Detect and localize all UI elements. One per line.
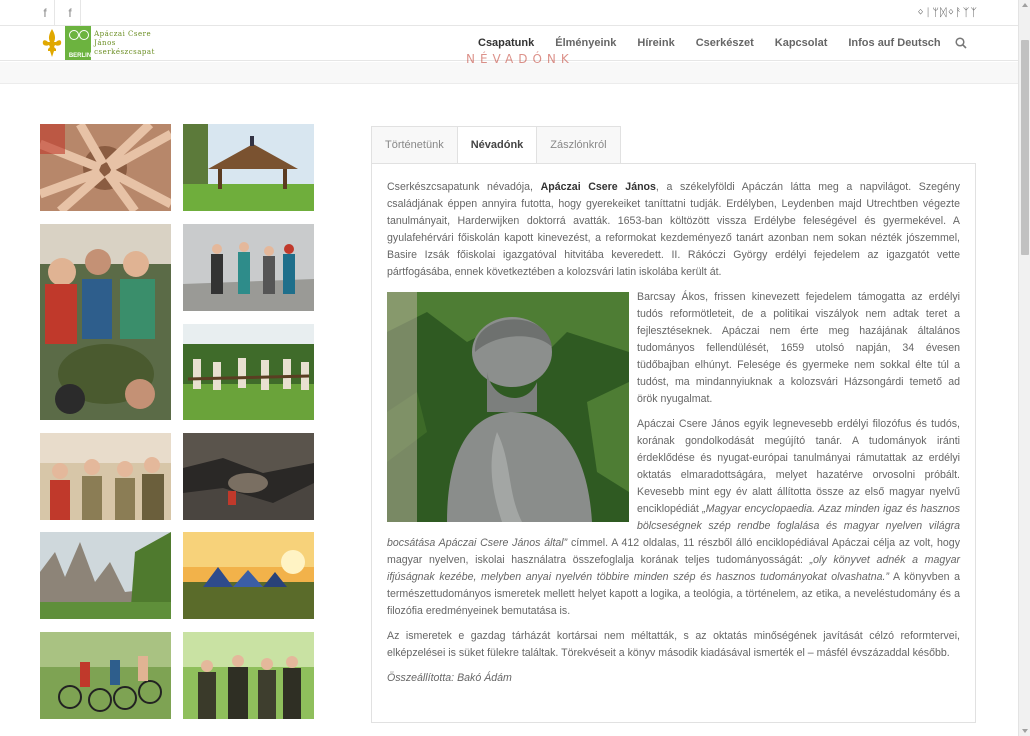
gallery-photo-kids-circle[interactable] [40, 224, 171, 420]
article-paragraph-1: Cserkészcsapatunk névadója, Apáczai Cser… [387, 179, 960, 281]
divider [54, 0, 55, 26]
text-segment: , a székelyföldi Apáczán látta meg a nap… [387, 181, 960, 278]
person-name: Apáczai Csere János [540, 181, 656, 193]
gallery-photo-cave[interactable] [183, 433, 314, 520]
scrollbar-thumb[interactable] [1021, 40, 1029, 255]
tab-content-panel: Cserkészcsapatunk névadója, Apáczai Cser… [371, 163, 976, 723]
tab-tortenetunk[interactable]: Történetünk [371, 126, 457, 164]
logo-badge-label: BERLIN [68, 53, 92, 59]
top-bar: f f ᛜᛁᛘᛞᛜᚨᛉᛉ [0, 0, 1018, 26]
fleur-de-lis-icon [40, 27, 64, 59]
nav-item-hireink[interactable]: Híreink [637, 26, 674, 60]
nav-item-kapcsolat[interactable]: Kapcsolat [775, 26, 828, 60]
statue-photo [387, 292, 629, 522]
tab-nevadonk[interactable]: Névadónk [456, 126, 537, 164]
gallery-photo-scouts-indoor[interactable] [40, 433, 171, 520]
scroll-down-arrow-icon[interactable] [1022, 729, 1028, 733]
tab-zaszlonkrol[interactable]: Zászlónkról [536, 126, 621, 164]
language-script-text: ᛜᛁᛘᛞᛜᚨᛉᛉ [917, 6, 978, 19]
facebook-icon[interactable]: f [65, 6, 75, 20]
ring-icon [69, 30, 79, 40]
search-icon[interactable] [955, 37, 967, 49]
text-segment: Apáczai Csere János egyik legnevesebb er… [637, 418, 960, 515]
gallery-photo-cyclists[interactable] [40, 632, 171, 719]
scroll-up-arrow-icon[interactable] [1022, 3, 1028, 7]
gallery-photo-group-forest[interactable] [183, 324, 314, 420]
gallery-photo-rock-landscape[interactable] [40, 532, 171, 619]
logo-line-1: Apáczai Csere János [94, 29, 152, 47]
author-credit: Összeállította: Bakó Ádám [387, 672, 512, 684]
gallery-photo-shelter[interactable] [183, 124, 314, 211]
logo-badge: BERLIN [65, 26, 91, 60]
nav-item-cserkeszet[interactable]: Cserkészet [696, 26, 754, 60]
scrollbar[interactable] [1018, 0, 1030, 736]
gallery-photo-hikers-fog[interactable] [183, 224, 314, 311]
site-logo[interactable]: BERLIN Apáczai Csere János cserkészcsapa… [40, 26, 165, 60]
tab-bar: Történetünk Névadónk Zászlónkról [371, 126, 621, 164]
facebook-icon[interactable]: f [40, 6, 50, 20]
page-title-ghost: NÉVADÓNK [466, 52, 574, 66]
text-segment: Cserkészcsapatunk névadója, [387, 181, 541, 193]
gallery-photo-hands-circle[interactable] [40, 124, 171, 211]
logo-text: Apáczai Csere János cserkészcsapat [94, 30, 165, 57]
nav-item-infos-auf-deutsch[interactable]: Infos auf Deutsch [848, 26, 940, 60]
gallery-photo-scouts-woods[interactable] [183, 632, 314, 719]
logo-line-2: cserkészcsapat [94, 47, 155, 56]
article-paragraph-4: Az ismeretek e gazdag tárházát kortársai… [387, 630, 960, 659]
ring-icon [79, 30, 89, 40]
divider [80, 0, 81, 26]
gallery-photo-camp-sunset[interactable] [183, 532, 314, 619]
